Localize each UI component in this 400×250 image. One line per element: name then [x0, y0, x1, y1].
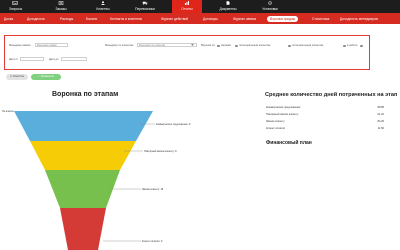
option-radio[interactable] — [343, 44, 346, 48]
row-stage-name: Звонок клиенту — [266, 120, 285, 123]
option-radio[interactable] — [360, 44, 363, 48]
subnav-statistics[interactable]: Статистика — [312, 16, 329, 22]
row-days-value: 61.22 — [377, 113, 385, 116]
funnel-stage-label: Клиент оплатил: 9 — [142, 240, 163, 243]
clients-icon — [101, 1, 105, 5]
option-radio[interactable] — [217, 44, 220, 48]
funnel-chart — [14, 111, 155, 250]
days-table-row: Коммерческое предложение 88.85 — [266, 106, 384, 112]
subnav-sales-funnel[interactable]: Воронка продаж — [267, 15, 299, 22]
row-days-value: 11.50 — [377, 127, 384, 130]
row-stage-name: Повторный звонок клиенту — [266, 113, 299, 116]
option-calls-label: звонкам — [221, 44, 231, 47]
funnel-stage-label: Коммерческое предложение: 9 — [156, 123, 191, 126]
option-radio[interactable] — [288, 44, 291, 48]
finance-plan-title: Финансовый план — [266, 140, 312, 146]
days-table-title: Среднее количество дней потраченных на э… — [265, 92, 398, 98]
truck-icon — [142, 1, 148, 5]
apply-button-label: Применить — [40, 75, 55, 78]
topnav-orders[interactable]: Заказы — [48, 0, 74, 13]
gear-icon — [268, 1, 272, 5]
funnel-stage-label: Повторный звонок клиенту: 9 — [144, 150, 177, 153]
topnav-reports[interactable]: Отчеты — [172, 0, 202, 13]
funnel-title: Воронка по этапам — [52, 91, 119, 98]
reports-subnav: Доска Доходность Расходы Баланс Контакты… — [0, 13, 400, 24]
subnav-request-log[interactable]: Журнал заявок — [233, 16, 256, 22]
subnav-contracts[interactable]: Договоры — [203, 16, 218, 22]
top-navigation: Запросы Заказы Клиенты Перевозчики Отчет… — [0, 0, 400, 13]
subnav-balance[interactable]: Баланс — [86, 16, 97, 22]
client-manager-filter-label: Менеджер по клиентам — [105, 44, 134, 47]
document-icon — [226, 1, 230, 5]
row-days-value: 88.85 — [377, 106, 385, 109]
apply-button[interactable]: ✓ Применить — [31, 74, 61, 80]
option-in-work-label: в работе — [347, 44, 358, 47]
days-table-row: Клиент оплатил 11.50 — [266, 127, 384, 133]
option-radio[interactable] — [235, 44, 238, 48]
reset-button-label: Очистить — [12, 75, 25, 78]
subnav-profitability[interactable]: Доходность — [27, 16, 45, 22]
manager-select[interactable]: Менеджер заявки — [35, 43, 68, 47]
reset-button[interactable]: ✕ Очистить — [6, 74, 28, 80]
days-table-row: Звонок клиенту 84.26 — [266, 120, 384, 126]
inbox-icon — [12, 1, 18, 5]
row-days-value: 84.26 — [377, 120, 385, 123]
date-from-input[interactable] — [20, 57, 44, 61]
topnav-label: Отчеты — [181, 7, 193, 11]
topnav-label: Установки — [262, 7, 278, 11]
subnav-manager-profit[interactable]: Доходность менеджеров — [340, 16, 378, 22]
funnel-by-label: Воронка по: — [201, 44, 216, 47]
client-manager-select[interactable]: Менеджер по клиентам — [137, 43, 197, 47]
subnav-contacts[interactable]: Контакты и клиентов — [110, 16, 142, 22]
orders-icon — [58, 1, 64, 5]
funnel-stage-1 — [14, 111, 153, 141]
date-to-label: Дата до — [49, 58, 59, 61]
subnav-board[interactable]: Доска — [4, 16, 13, 22]
chevron-down-icon — [191, 44, 194, 46]
manager-filter-label: Менеджер заявки — [9, 44, 31, 47]
option-potential-2-label: потенциальным клиентам — [292, 44, 324, 47]
topnav-carriers[interactable]: Перевозчики — [130, 0, 160, 13]
funnel-stage-label: Звонок клиенту: 18 — [142, 188, 164, 191]
topnav-documents[interactable]: Документы — [213, 0, 243, 13]
subnav-action-log[interactable]: Журнал действий — [161, 16, 188, 22]
row-stage-name: Клиент оплатил — [266, 127, 286, 130]
option-potential-1-label: потенциальным клиентам — [239, 44, 271, 47]
funnel-stage-4 — [60, 208, 106, 250]
date-from-label: Дата от — [9, 58, 19, 61]
funnel-stage-2 — [30, 141, 136, 170]
date-to-input[interactable] — [61, 57, 87, 61]
topnav-label: Документы — [219, 7, 237, 11]
filter-panel: Менеджер заявки Менеджер заявки Менеджер… — [4, 35, 370, 70]
topnav-settings[interactable]: Установки — [255, 0, 285, 13]
topnav-label: Перевозчики — [135, 7, 155, 11]
topnav-requests[interactable]: Запросы — [0, 0, 30, 13]
days-table-row: Повторный звонок клиенту 61.22 — [266, 113, 384, 119]
row-stage-name: Коммерческое предложение — [266, 106, 301, 109]
topnav-label: Запросы — [9, 7, 23, 11]
topnav-label: Заказы — [55, 7, 67, 11]
funnel-stage-3 — [45, 170, 120, 208]
topnav-label: Клиенты — [96, 7, 110, 11]
subnav-expenses[interactable]: Расходы — [60, 16, 73, 22]
chart-icon — [185, 1, 189, 5]
topnav-clients[interactable]: Клиенты — [90, 0, 116, 13]
